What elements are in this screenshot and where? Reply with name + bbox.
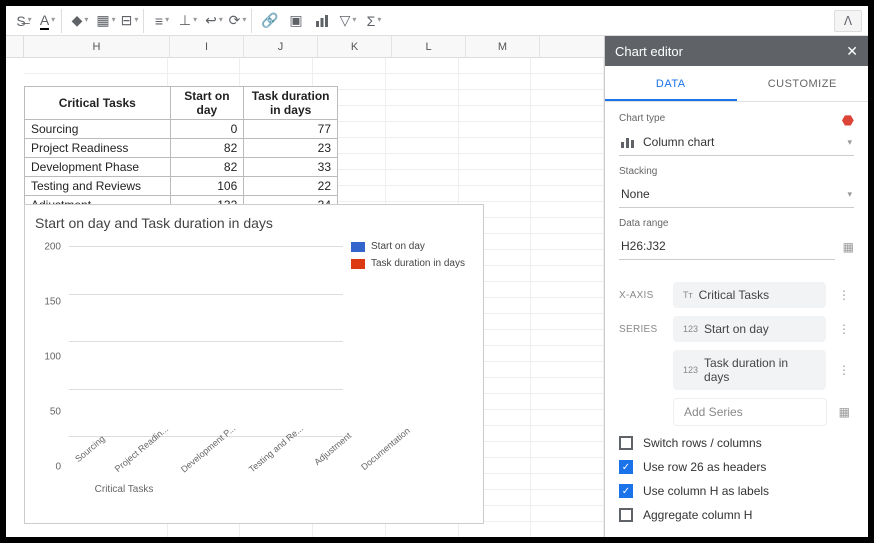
checkbox-label: Aggregate column H [643,508,752,522]
tab-customize[interactable]: CUSTOMIZE [737,66,869,101]
chevron-down-icon: ▾ [847,189,852,200]
column-header-m[interactable]: M [466,36,540,57]
stacking-value: None [621,187,650,201]
table-header[interactable]: Start on day [170,87,244,120]
table-row[interactable]: Development Phase8233 [25,158,338,177]
column-header-k[interactable]: K [318,36,392,57]
grid-select-icon[interactable]: ▦ [835,405,854,419]
legend-label: Task duration in days [371,258,465,269]
collapse-toolbar-button[interactable]: ᐱ [834,10,862,32]
checkbox-label: Use column H as labels [643,484,769,498]
checkbox[interactable] [619,436,633,450]
series-more-icon[interactable]: ⋮ [834,363,854,377]
grid-select-icon[interactable]: ▦ [843,240,854,254]
data-range-label: Data range [619,218,854,229]
checkbox-row[interactable]: ✓ Use column H as labels [619,484,854,498]
series-section-label: SERIES [619,324,665,335]
table-header[interactable]: Critical Tasks [25,87,171,120]
align-horizontal-icon[interactable]: ≡ [150,9,174,33]
stacking-select[interactable]: None ▾ [619,181,854,208]
insert-chart-icon[interactable] [310,9,334,33]
legend-label: Start on day [371,241,425,252]
tab-data[interactable]: DATA [605,66,737,101]
filter-icon[interactable]: ▽ [336,9,360,33]
chart-type-select[interactable]: Column chart ▾ [619,129,854,156]
legend-swatch [351,242,365,252]
toolbar: S̶ A ◆ ▦ ⊟ ≡ ⊥ ↩ ⟳ 🔗 ▣ ▽ Σ ᐱ [6,6,868,36]
text-wrap-icon[interactable]: ↩ [202,9,226,33]
comment-icon[interactable]: ▣ [284,9,308,33]
marker-icon[interactable]: ⬣ [842,112,854,129]
borders-icon[interactable]: ▦ [94,9,118,33]
chart-x-axis-label: Critical Tasks [35,484,213,495]
xaxis-section-label: X-AXIS [619,290,665,301]
table-header[interactable]: Task duration in days [244,87,338,120]
column-header-l[interactable]: L [392,36,466,57]
checkbox-label: Use row 26 as headers [643,460,766,474]
chart-type-value: Column chart [643,135,714,149]
table-row[interactable]: Testing and Reviews10622 [25,177,338,196]
data-range-input[interactable]: H26:J32 [619,233,835,260]
text-color-icon[interactable]: A [38,9,62,33]
legend-swatch [351,259,365,269]
xaxis-more-icon[interactable]: ⋮ [834,288,854,302]
checkbox-row[interactable]: Switch rows / columns [619,436,854,450]
checkbox[interactable] [619,508,633,522]
chart-type-label: Chart type [619,113,665,124]
stacking-label: Stacking [619,166,854,177]
checkbox-row[interactable]: ✓ Use row 26 as headers [619,460,854,474]
column-header-h[interactable]: H [24,36,170,57]
chart-editor-panel: Chart editor ✕ DATA CUSTOMIZE Chart type… [604,36,868,537]
column-chart-icon [621,136,635,148]
series-more-icon[interactable]: ⋮ [834,322,854,336]
xaxis-chip[interactable]: TᴛCritical Tasks [673,282,826,308]
add-series-button[interactable]: Add Series [673,398,827,426]
table-row[interactable]: Sourcing077 [25,120,338,139]
column-header-j[interactable]: J [244,36,318,57]
chevron-down-icon: ▾ [847,137,852,148]
spreadsheet-grid[interactable]: H I J K L M Critical Tasks Start on day … [6,36,604,537]
checkbox-label: Switch rows / columns [643,436,762,450]
panel-title: Chart editor [615,44,683,59]
checkbox[interactable]: ✓ [619,484,633,498]
table-row[interactable]: Project Readiness8223 [25,139,338,158]
column-header-i[interactable]: I [170,36,244,57]
series-chip[interactable]: 123Start on day [673,316,826,342]
align-vertical-icon[interactable]: ⊥ [176,9,200,33]
checkbox[interactable]: ✓ [619,460,633,474]
chart-x-tick: Sourcing [73,434,122,483]
series-chip[interactable]: 123Task duration in days [673,350,826,390]
text-rotate-icon[interactable]: ⟳ [228,9,252,33]
embedded-chart[interactable]: Start on day and Task duration in days 0… [24,204,484,524]
fill-color-icon[interactable]: ◆ [68,9,92,33]
link-icon[interactable]: 🔗 [258,9,282,33]
merge-cells-icon[interactable]: ⊟ [120,9,144,33]
checkbox-row[interactable]: Aggregate column H [619,508,854,522]
close-icon[interactable]: ✕ [846,43,858,60]
strikethrough-icon[interactable]: S̶ [12,9,36,33]
chart-title: Start on day and Task duration in days [35,215,473,231]
functions-icon[interactable]: Σ [362,9,386,33]
